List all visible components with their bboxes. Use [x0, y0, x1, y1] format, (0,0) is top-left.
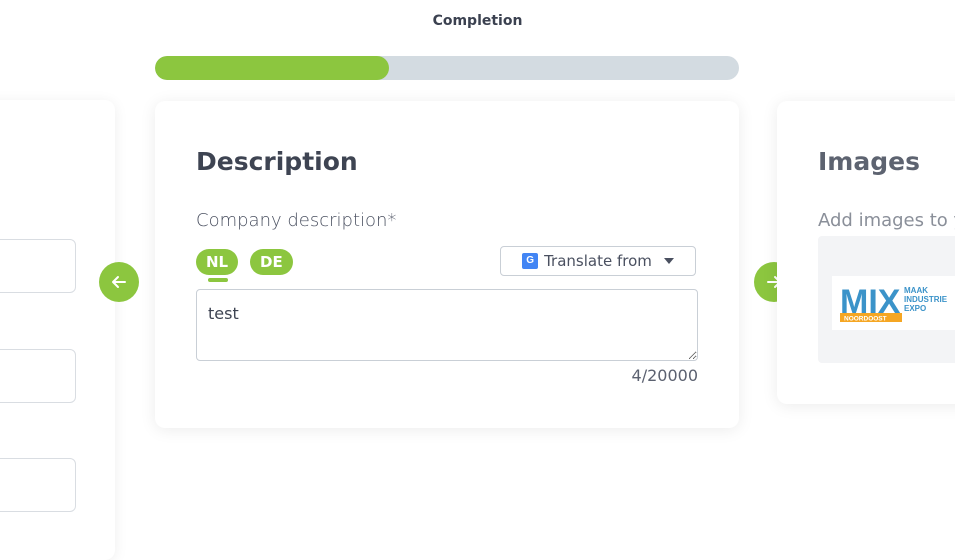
tab-language-nl[interactable]: NL	[196, 249, 239, 275]
company-description-textarea[interactable]	[196, 289, 698, 361]
description-card: Description Company description* NL DE G…	[155, 101, 739, 428]
completion-title: Completion	[432, 13, 523, 29]
previous-card-input-1[interactable]	[0, 239, 76, 293]
company-logo-image[interactable]: MIX NOORDOOST MAAK INDUSTRIE EXPO	[832, 276, 955, 330]
logo-badge: NOORDOOST	[844, 316, 887, 323]
company-description-label: Company description*	[196, 210, 397, 231]
mix-logo-icon: MIX NOORDOOST MAAK INDUSTRIE EXPO	[840, 283, 948, 323]
tab-language-de[interactable]: DE	[250, 249, 293, 275]
completion-progress-bar	[155, 56, 739, 80]
google-translate-icon: G	[522, 253, 539, 269]
translate-from-dropdown[interactable]: G Translate from	[500, 246, 696, 276]
previous-card-input-2[interactable]	[0, 349, 76, 403]
logo-line-2: INDUSTRIE	[904, 295, 948, 304]
images-card-subtitle: Add images to y	[818, 210, 955, 231]
images-card-title: Images	[818, 147, 920, 176]
card-title: Description	[196, 147, 358, 176]
previous-card	[0, 100, 115, 560]
character-count: 4/20000	[631, 366, 698, 385]
completion-progress-fill	[155, 56, 389, 80]
caret-down-icon	[663, 258, 674, 264]
logo-line-1: MAAK	[904, 286, 928, 295]
previous-step-button[interactable]	[99, 262, 139, 302]
active-tab-indicator	[208, 278, 228, 282]
image-upload-area[interactable]: MIX NOORDOOST MAAK INDUSTRIE EXPO	[818, 236, 955, 363]
arrow-left-icon	[112, 276, 126, 288]
translate-from-label: Translate from	[544, 252, 652, 270]
logo-line-3: EXPO	[904, 304, 926, 313]
previous-card-input-3[interactable]	[0, 458, 76, 512]
images-card: Images Add images to y MIX NOORDOOST MAA…	[777, 101, 955, 404]
